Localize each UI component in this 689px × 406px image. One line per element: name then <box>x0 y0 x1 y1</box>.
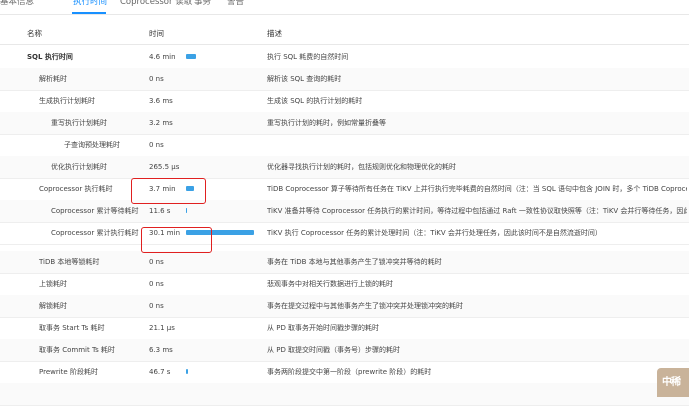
row-time: 3.2 ms <box>149 119 173 127</box>
row-name: 上锁耗时 <box>39 280 67 288</box>
table-row[interactable]: 重写执行计划耗时 3.2 ms 重写执行计划的耗时，例如常量折叠等 <box>0 112 689 135</box>
row-time: 46.7 s <box>149 368 171 376</box>
column-header-time[interactable]: 时间 <box>149 29 164 39</box>
row-description: TiKV 准备并等待 Coprocessor 任务执行的累计时间，等待过程中包括… <box>267 207 687 215</box>
row-description: 解析该 SQL 查询的耗时 <box>267 75 342 83</box>
table-row[interactable]: 生成执行计划耗时 3.6 ms 生成该 SQL 的执行计划的耗时 <box>0 90 689 113</box>
row-name: 子查询预处理耗时 <box>64 141 120 149</box>
table-row[interactable]: 上锁耗时 0 ns 悲观事务中对相关行数据进行上锁的耗时 <box>0 273 689 296</box>
row-time: 3.6 ms <box>149 97 173 105</box>
time-bar-track <box>186 76 254 81</box>
table-row[interactable]: 优化执行计划耗时 265.5 µs 优化器寻找执行计划的耗时，包括规则优化和物理… <box>0 156 689 179</box>
time-bar-track <box>186 164 254 169</box>
row-name: Prewrite 阶段耗时 <box>39 368 98 376</box>
row-name: Coprocessor 累计等待耗时 <box>51 207 139 215</box>
tab-bar: 基本信息 执行时间 Coprocessor 读取 事务 警告 <box>0 0 689 15</box>
highlight-box <box>131 178 206 204</box>
table-row[interactable]: SQL 执行时间 4.6 min 执行 SQL 耗费的自然时间 <box>0 46 689 69</box>
watermark-text: 中稀 <box>662 377 681 388</box>
table-row[interactable]: 子查询预处理耗时 0 ns <box>0 134 689 157</box>
table-row[interactable]: Coprocessor 累计等待耗时 11.6 s TiKV 准备并等待 Cop… <box>0 200 689 223</box>
row-name: 取事务 Start Ts 耗时 <box>39 324 105 332</box>
row-description: 执行 SQL 耗费的自然时间 <box>267 53 349 61</box>
row-name: 优化执行计划耗时 <box>51 163 107 171</box>
row-name: 生成执行计划耗时 <box>39 97 95 105</box>
column-header-name[interactable]: 名称 <box>27 29 42 39</box>
row-description: 悲观事务中对相关行数据进行上锁的耗时 <box>267 280 393 288</box>
table-row[interactable]: Coprocessor 累计执行耗时 30.1 min TiKV 执行 Copr… <box>0 222 689 245</box>
row-time: 0 ns <box>149 258 164 266</box>
time-bar-track <box>186 347 254 352</box>
row-name: 重写执行计划耗时 <box>51 119 107 127</box>
row-time: 6.3 ms <box>149 346 173 354</box>
active-tab-indicator <box>72 12 106 14</box>
time-bar-track <box>186 54 254 59</box>
row-time: 265.5 µs <box>149 163 180 171</box>
column-header-description[interactable]: 描述 <box>267 29 282 39</box>
table-row[interactable]: Coprocessor 执行耗时 3.7 min TiDB Coprocesso… <box>0 178 689 201</box>
row-description: 从 PD 取提交时间戳（事务号）步骤的耗时 <box>267 346 401 354</box>
row-description: 优化器寻找执行计划的耗时，包括规则优化和物理优化的耗时 <box>267 163 456 171</box>
row-name: TiDB 本地等锁耗时 <box>39 258 100 266</box>
table-row[interactable]: 取事务 Commit Ts 耗时 6.3 ms 从 PD 取提交时间戳（事务号）… <box>0 339 689 362</box>
row-name: SQL 执行时间 <box>27 53 73 61</box>
time-bar <box>186 369 189 374</box>
table-header: 名称 时间 描述 <box>0 24 689 45</box>
time-bar-track <box>186 120 254 125</box>
time-bar <box>186 208 187 213</box>
time-bar-track <box>186 98 254 103</box>
tab-basic-info[interactable]: 基本信息 <box>0 0 34 8</box>
time-bar-track <box>186 142 254 147</box>
time-bar-track <box>186 281 254 286</box>
row-description: 事务在提交过程中与其他事务产生了锁冲突并处理锁冲突的耗时 <box>267 302 463 310</box>
tab-warnings[interactable]: 警告 <box>227 0 244 8</box>
row-description: 事务两阶段提交中第一阶段（prewrite 阶段）的耗时 <box>267 368 432 376</box>
time-bar-track <box>186 303 254 308</box>
table-row[interactable] <box>0 383 689 406</box>
row-name: 解锁耗时 <box>39 302 67 310</box>
tab-execution-time[interactable]: 执行时间 <box>73 0 107 8</box>
time-bar-track <box>186 259 254 264</box>
tab-coprocessor-read[interactable]: Coprocessor 读取 <box>120 0 192 8</box>
time-bar-track <box>186 369 254 374</box>
row-name: Coprocessor 执行耗时 <box>39 185 113 193</box>
time-bar <box>186 54 197 59</box>
table-row[interactable]: 取事务 Start Ts 耗时 21.1 µs 从 PD 取事务开始时间戳步骤的… <box>0 317 689 340</box>
row-description: 生成该 SQL 的执行计划的耗时 <box>267 97 363 105</box>
tab-transaction[interactable]: 事务 <box>194 0 211 8</box>
row-description: TiKV 执行 Coprocessor 任务的累计处理时间（注：TiKV 会并行… <box>267 229 602 237</box>
row-description: 事务在 TiDB 本地与其他事务产生了锁冲突并等待的耗时 <box>267 258 442 266</box>
table-row[interactable]: Prewrite 阶段耗时 46.7 s 事务两阶段提交中第一阶段（prewri… <box>0 361 689 384</box>
table-row[interactable]: 解锁耗时 0 ns 事务在提交过程中与其他事务产生了锁冲突并处理锁冲突的耗时 <box>0 295 689 318</box>
table-row[interactable]: 解析耗时 0 ns 解析该 SQL 查询的耗时 <box>0 68 689 91</box>
row-name: 解析耗时 <box>39 75 67 83</box>
row-description: 重写执行计划的耗时，例如常量折叠等 <box>267 119 386 127</box>
table-row[interactable]: TiDB 本地等锁耗时 0 ns 事务在 TiDB 本地与其他事务产生了锁冲突并… <box>0 251 689 274</box>
row-description: 从 PD 取事务开始时间戳步骤的耗时 <box>267 324 380 332</box>
row-time: 11.6 s <box>149 207 171 215</box>
row-time: 0 ns <box>149 141 164 149</box>
row-description: TiDB Coprocessor 算子等待所有任务在 TiKV 上并行执行完毕耗… <box>267 185 687 193</box>
row-time: 0 ns <box>149 280 164 288</box>
row-time: 4.6 min <box>149 53 176 61</box>
time-bar-track <box>186 208 254 213</box>
row-time: 0 ns <box>149 302 164 310</box>
highlight-box <box>141 227 212 253</box>
row-time: 0 ns <box>149 75 164 83</box>
row-name: 取事务 Commit Ts 耗时 <box>39 346 115 354</box>
row-name: Coprocessor 累计执行耗时 <box>51 229 139 237</box>
time-bar-track <box>186 325 254 330</box>
row-time: 21.1 µs <box>149 324 175 332</box>
